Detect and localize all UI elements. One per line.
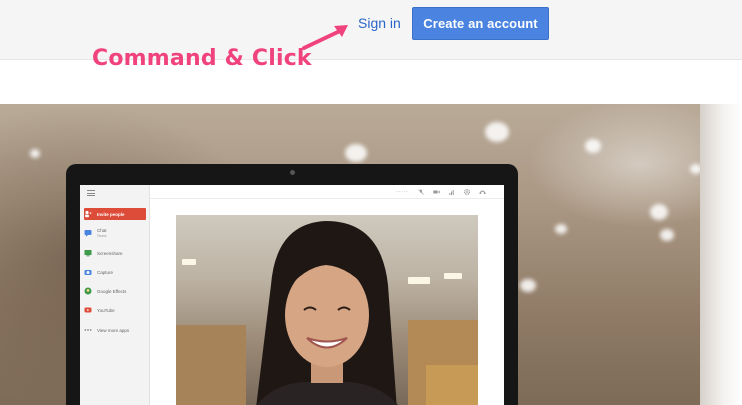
sidebar-item-screenshare[interactable]: Screenshare: [84, 247, 146, 259]
chat-icon: [84, 230, 92, 237]
sidebar-item-label: Screenshare: [97, 250, 123, 256]
bokeh-light: [690, 164, 700, 174]
bandwidth-icon[interactable]: [449, 189, 455, 195]
sidebar-item-chat[interactable]: Chat Seed: [84, 227, 146, 239]
bokeh-light: [555, 224, 567, 234]
mute-mic-icon[interactable]: [418, 189, 424, 195]
app-sidebar: Invite people Chat Seed Screenshare Capt…: [80, 185, 150, 405]
settings-icon[interactable]: [464, 189, 470, 195]
annotation-label: Command & Click: [92, 46, 312, 71]
exit-icon[interactable]: [479, 189, 486, 195]
laptop-frame: Invite people Chat Seed Screenshare Capt…: [66, 164, 518, 405]
bokeh-light: [485, 122, 509, 142]
sidebar-item-label: Invite people: [97, 211, 125, 217]
participant-portrait: [176, 221, 478, 405]
webcam-dot: [290, 170, 295, 175]
add-person-icon: [85, 210, 92, 218]
sidebar-item-label: Google Effects: [97, 288, 127, 294]
camera-icon: [84, 270, 92, 275]
bokeh-light: [345, 144, 367, 162]
app-toolbar: ·····: [150, 185, 504, 199]
screenshare-icon: [84, 250, 92, 257]
hangout-app-screen: Invite people Chat Seed Screenshare Capt…: [80, 185, 504, 405]
sign-in-link[interactable]: Sign in: [358, 15, 401, 33]
youtube-icon: [84, 307, 92, 313]
bokeh-light: [520, 279, 536, 292]
hero-edge-fade: [700, 104, 742, 405]
bokeh-light: [650, 204, 668, 220]
video-off-icon[interactable]: [433, 189, 440, 195]
sidebar-item-view-more-apps[interactable]: View more apps: [84, 324, 146, 336]
sidebar-item-youtube[interactable]: YouTube: [84, 304, 146, 316]
bokeh-light: [660, 229, 674, 241]
sidebar-item-sublabel: Seed: [97, 233, 107, 238]
sidebar-item-invite-people[interactable]: Invite people: [84, 208, 146, 220]
menu-icon[interactable]: [87, 190, 95, 196]
signal-icon: ·····: [396, 189, 409, 195]
sidebar-item-google-effects[interactable]: Google Effects: [84, 285, 146, 297]
hero-image: Invite people Chat Seed Screenshare Capt…: [0, 104, 700, 405]
bokeh-light: [30, 149, 40, 158]
create-account-button[interactable]: Create an account: [412, 7, 549, 40]
effects-icon: [84, 287, 92, 295]
sidebar-item-label: Capture: [97, 269, 114, 275]
more-icon: [84, 329, 92, 331]
video-feed: [176, 215, 478, 405]
sidebar-item-capture[interactable]: Capture: [84, 266, 146, 278]
sidebar-item-label: YouTube: [97, 307, 115, 313]
bokeh-light: [585, 139, 601, 153]
sidebar-item-label: View more apps: [97, 327, 130, 333]
